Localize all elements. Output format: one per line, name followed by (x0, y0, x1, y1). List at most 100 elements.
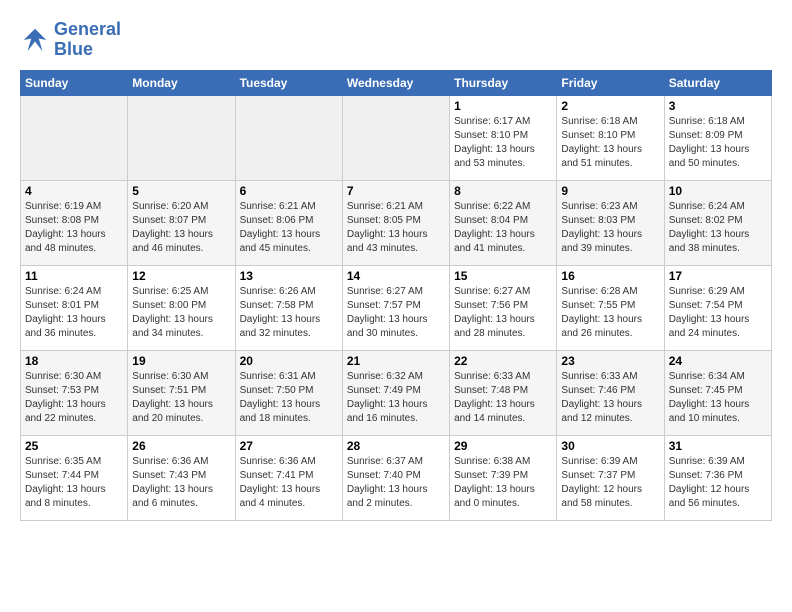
day-number: 10 (669, 184, 767, 198)
calendar-cell: 26Sunrise: 6:36 AM Sunset: 7:43 PM Dayli… (128, 435, 235, 520)
day-info: Sunrise: 6:21 AM Sunset: 8:06 PM Dayligh… (240, 200, 338, 256)
day-number: 28 (347, 439, 445, 453)
day-number: 2 (561, 99, 659, 113)
day-number: 17 (669, 269, 767, 283)
calendar-cell: 4 Sunrise: 6:19 AM Sunset: 8:08 PM Daylig… (21, 180, 128, 265)
day-number: 11 (25, 269, 123, 283)
day-info: Sunrise: 6:28 AM Sunset: 7:55 PM Dayligh… (561, 285, 659, 341)
calendar-cell: 1 Sunrise: 6:17 AM Sunset: 8:10 PM Daylig… (450, 95, 557, 180)
day-number: 3 (669, 99, 767, 113)
day-info: Sunrise: 6:31 AM Sunset: 7:50 PM Dayligh… (240, 370, 338, 426)
calendar-cell (21, 95, 128, 180)
day-number: 5 (132, 184, 230, 198)
day-info: Sunrise: 6:17 AM Sunset: 8:10 PM Dayligh… (454, 115, 552, 171)
day-info: Sunrise: 6:29 AM Sunset: 7:54 PM Dayligh… (669, 285, 767, 341)
day-number: 29 (454, 439, 552, 453)
day-info: Sunrise: 6:19 AM Sunset: 8:08 PM Dayligh… (25, 200, 123, 256)
calendar-week-1: 1 Sunrise: 6:17 AM Sunset: 8:10 PM Daylig… (21, 95, 772, 180)
day-info: Sunrise: 6:24 AM Sunset: 8:02 PM Dayligh… (669, 200, 767, 256)
day-info: Sunrise: 6:36 AM Sunset: 7:41 PM Dayligh… (240, 455, 338, 511)
calendar-cell: 19 Sunrise: 6:30 AM Sunset: 7:51 PM Dayli… (128, 350, 235, 435)
weekday-header-wednesday: Wednesday (342, 70, 449, 95)
day-number: 6 (240, 184, 338, 198)
calendar-week-3: 11 Sunrise: 6:24 AM Sunset: 8:01 PM Dayli… (21, 265, 772, 350)
calendar-cell (235, 95, 342, 180)
calendar-cell: 23Sunrise: 6:33 AM Sunset: 7:46 PM Dayli… (557, 350, 664, 435)
calendar-cell: 10 Sunrise: 6:24 AM Sunset: 8:02 PM Dayli… (664, 180, 771, 265)
calendar-cell: 13 Sunrise: 6:26 AM Sunset: 7:58 PM Dayli… (235, 265, 342, 350)
day-info: Sunrise: 6:21 AM Sunset: 8:05 PM Dayligh… (347, 200, 445, 256)
day-info: Sunrise: 6:24 AM Sunset: 8:01 PM Dayligh… (25, 285, 123, 341)
day-number: 21 (347, 354, 445, 368)
calendar-cell: 6 Sunrise: 6:21 AM Sunset: 8:06 PM Daylig… (235, 180, 342, 265)
day-info: Sunrise: 6:38 AM Sunset: 7:39 PM Dayligh… (454, 455, 552, 511)
calendar-cell: 22 Sunrise: 6:33 AM Sunset: 7:48 PM Dayli… (450, 350, 557, 435)
day-info: Sunrise: 6:37 AM Sunset: 7:40 PM Dayligh… (347, 455, 445, 511)
calendar-header-row: SundayMondayTuesdayWednesdayThursdayFrid… (21, 70, 772, 95)
calendar-week-2: 4 Sunrise: 6:19 AM Sunset: 8:08 PM Daylig… (21, 180, 772, 265)
logo-text: General Blue (54, 20, 121, 60)
calendar-cell: 17 Sunrise: 6:29 AM Sunset: 7:54 PM Dayli… (664, 265, 771, 350)
day-info: Sunrise: 6:27 AM Sunset: 7:56 PM Dayligh… (454, 285, 552, 341)
day-info: Sunrise: 6:30 AM Sunset: 7:51 PM Dayligh… (132, 370, 230, 426)
calendar-week-5: 25Sunrise: 6:35 AM Sunset: 7:44 PM Dayli… (21, 435, 772, 520)
calendar-cell: 11 Sunrise: 6:24 AM Sunset: 8:01 PM Dayli… (21, 265, 128, 350)
day-number: 8 (454, 184, 552, 198)
day-number: 14 (347, 269, 445, 283)
logo-icon (20, 25, 50, 55)
calendar-cell: 12 Sunrise: 6:25 AM Sunset: 8:00 PM Dayli… (128, 265, 235, 350)
day-info: Sunrise: 6:25 AM Sunset: 8:00 PM Dayligh… (132, 285, 230, 341)
calendar-cell: 9 Sunrise: 6:23 AM Sunset: 8:03 PM Daylig… (557, 180, 664, 265)
day-number: 19 (132, 354, 230, 368)
day-number: 1 (454, 99, 552, 113)
day-info: Sunrise: 6:23 AM Sunset: 8:03 PM Dayligh… (561, 200, 659, 256)
day-info: Sunrise: 6:18 AM Sunset: 8:09 PM Dayligh… (669, 115, 767, 171)
day-number: 31 (669, 439, 767, 453)
calendar-table: SundayMondayTuesdayWednesdayThursdayFrid… (20, 70, 772, 521)
day-info: Sunrise: 6:33 AM Sunset: 7:48 PM Dayligh… (454, 370, 552, 426)
calendar-cell: 24Sunrise: 6:34 AM Sunset: 7:45 PM Dayli… (664, 350, 771, 435)
page-header: General Blue (20, 20, 772, 60)
calendar-cell: 28 Sunrise: 6:37 AM Sunset: 7:40 PM Dayli… (342, 435, 449, 520)
calendar-cell: 30 Sunrise: 6:39 AM Sunset: 7:37 PM Dayli… (557, 435, 664, 520)
calendar-cell: 7Sunrise: 6:21 AM Sunset: 8:05 PM Daylig… (342, 180, 449, 265)
calendar-cell: 3 Sunrise: 6:18 AM Sunset: 8:09 PM Daylig… (664, 95, 771, 180)
day-info: Sunrise: 6:36 AM Sunset: 7:43 PM Dayligh… (132, 455, 230, 511)
day-number: 16 (561, 269, 659, 283)
day-number: 27 (240, 439, 338, 453)
calendar-cell (342, 95, 449, 180)
day-number: 23 (561, 354, 659, 368)
day-number: 9 (561, 184, 659, 198)
day-info: Sunrise: 6:18 AM Sunset: 8:10 PM Dayligh… (561, 115, 659, 171)
logo: General Blue (20, 20, 121, 60)
calendar-cell: 21Sunrise: 6:32 AM Sunset: 7:49 PM Dayli… (342, 350, 449, 435)
day-number: 12 (132, 269, 230, 283)
calendar-cell: 27 Sunrise: 6:36 AM Sunset: 7:41 PM Dayli… (235, 435, 342, 520)
day-info: Sunrise: 6:34 AM Sunset: 7:45 PM Dayligh… (669, 370, 767, 426)
calendar-cell: 5Sunrise: 6:20 AM Sunset: 8:07 PM Daylig… (128, 180, 235, 265)
calendar-cell: 20Sunrise: 6:31 AM Sunset: 7:50 PM Dayli… (235, 350, 342, 435)
logo-general: General (54, 19, 121, 39)
day-number: 22 (454, 354, 552, 368)
weekday-header-saturday: Saturday (664, 70, 771, 95)
calendar-cell: 8 Sunrise: 6:22 AM Sunset: 8:04 PM Daylig… (450, 180, 557, 265)
calendar-cell: 15Sunrise: 6:27 AM Sunset: 7:56 PM Dayli… (450, 265, 557, 350)
day-number: 30 (561, 439, 659, 453)
calendar-cell (128, 95, 235, 180)
calendar-cell: 25Sunrise: 6:35 AM Sunset: 7:44 PM Dayli… (21, 435, 128, 520)
day-info: Sunrise: 6:26 AM Sunset: 7:58 PM Dayligh… (240, 285, 338, 341)
calendar-cell: 18Sunrise: 6:30 AM Sunset: 7:53 PM Dayli… (21, 350, 128, 435)
day-info: Sunrise: 6:35 AM Sunset: 7:44 PM Dayligh… (25, 455, 123, 511)
day-number: 13 (240, 269, 338, 283)
day-info: Sunrise: 6:39 AM Sunset: 7:37 PM Dayligh… (561, 455, 659, 511)
day-info: Sunrise: 6:39 AM Sunset: 7:36 PM Dayligh… (669, 455, 767, 511)
calendar-cell: 14Sunrise: 6:27 AM Sunset: 7:57 PM Dayli… (342, 265, 449, 350)
calendar-cell: 31 Sunrise: 6:39 AM Sunset: 7:36 PM Dayli… (664, 435, 771, 520)
day-info: Sunrise: 6:30 AM Sunset: 7:53 PM Dayligh… (25, 370, 123, 426)
calendar-week-4: 18Sunrise: 6:30 AM Sunset: 7:53 PM Dayli… (21, 350, 772, 435)
logo-blue: Blue (54, 39, 93, 59)
day-info: Sunrise: 6:22 AM Sunset: 8:04 PM Dayligh… (454, 200, 552, 256)
day-number: 4 (25, 184, 123, 198)
weekday-header-thursday: Thursday (450, 70, 557, 95)
calendar-cell: 2 Sunrise: 6:18 AM Sunset: 8:10 PM Daylig… (557, 95, 664, 180)
